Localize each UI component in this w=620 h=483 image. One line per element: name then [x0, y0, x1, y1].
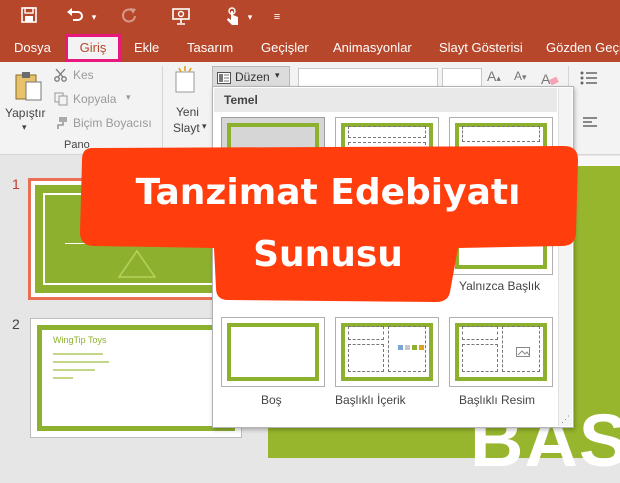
align-left-icon[interactable]: [582, 116, 598, 135]
tab-animations[interactable]: Animasyonlar: [333, 34, 412, 62]
tab-design[interactable]: Tasarım: [187, 34, 233, 62]
layout-content-caption[interactable]: [335, 317, 439, 387]
new-slide-icon[interactable]: [174, 66, 196, 101]
content-placeholder-icon: [398, 342, 424, 360]
thumb2-title: WingTip Toys: [53, 335, 107, 345]
title-banner: Tanzimat Edebiyatı Sunusu: [78, 142, 578, 302]
touch-mode-icon[interactable]: [222, 6, 244, 28]
undo-dropdown-icon[interactable]: ▾: [88, 6, 100, 28]
copy-dropdown-icon[interactable]: ▾: [126, 92, 131, 103]
tab-insert[interactable]: Ekle: [134, 34, 159, 62]
slide-number-1: 1: [12, 176, 20, 192]
layout-blank[interactable]: [221, 317, 325, 387]
paste-icon[interactable]: [12, 70, 44, 107]
new-slide-label-2[interactable]: Slayt: [173, 121, 200, 135]
banner-shape-icon: [80, 146, 578, 302]
customize-icon[interactable]: ≡: [270, 6, 284, 28]
new-slide-label-1[interactable]: Yeni: [176, 105, 199, 119]
layout-button[interactable]: Düzen ▾: [212, 66, 290, 88]
layout-picture-caption[interactable]: [449, 317, 553, 387]
tab-home[interactable]: Giriş: [65, 34, 121, 62]
present-icon[interactable]: [170, 6, 192, 28]
new-slide-dropdown-icon[interactable]: ▾: [202, 121, 207, 132]
tab-file[interactable]: Dosya: [14, 34, 51, 62]
gallery-header: Temel: [214, 88, 557, 112]
thumb2-bullets: [53, 353, 113, 379]
slide-thumbnail-2[interactable]: WingTip Toys: [30, 318, 242, 438]
group-separator: [162, 66, 163, 150]
picture-placeholder-icon: [516, 344, 530, 362]
undo-icon[interactable]: [64, 6, 86, 28]
layout-label-picture-caption: Başlıklı Resim: [459, 393, 536, 407]
bullets-icon[interactable]: [580, 70, 598, 91]
tab-slideshow[interactable]: Slayt Gösterisi: [439, 34, 523, 62]
copy-icon: [54, 92, 68, 111]
tab-review[interactable]: Gözden Geçir: [546, 34, 620, 62]
shrink-font-icon[interactable]: A▾: [514, 69, 527, 83]
layout-label-content-caption: Başlıklı İçerik: [335, 393, 406, 407]
save-icon[interactable]: [18, 6, 40, 28]
banner-line-2: Sunusu: [253, 234, 403, 275]
layout-dropdown-icon: ▾: [275, 70, 280, 80]
format-painter-icon: [54, 116, 68, 135]
svg-text:A: A: [541, 71, 551, 87]
scissors-icon: [54, 68, 68, 87]
redo-icon: [118, 6, 140, 28]
grow-font-icon[interactable]: A▴: [487, 68, 501, 84]
copy-button[interactable]: Kopyala: [73, 92, 116, 106]
format-painter-button[interactable]: Biçim Boyacısı: [73, 116, 152, 130]
layout-label: Düzen: [235, 70, 270, 84]
banner-line-1: Tanzimat Edebiyatı: [135, 172, 521, 213]
paste-dropdown-icon[interactable]: ▾: [22, 122, 27, 133]
ribbon-tabs: Dosya Giriş Ekle Tasarım Geçişler Animas…: [0, 34, 620, 62]
quick-access-toolbar: ▾ ▾ ≡: [0, 0, 620, 34]
slide-number-2: 2: [12, 316, 20, 332]
touch-dropdown-icon[interactable]: ▾: [244, 6, 256, 28]
resize-grip-icon[interactable]: ⋰: [561, 414, 570, 425]
cut-button[interactable]: Kes: [73, 68, 94, 82]
layout-label-blank: Boş: [261, 393, 282, 407]
tab-transitions[interactable]: Geçişler: [261, 34, 309, 62]
paste-button[interactable]: Yapıştır: [5, 106, 45, 120]
